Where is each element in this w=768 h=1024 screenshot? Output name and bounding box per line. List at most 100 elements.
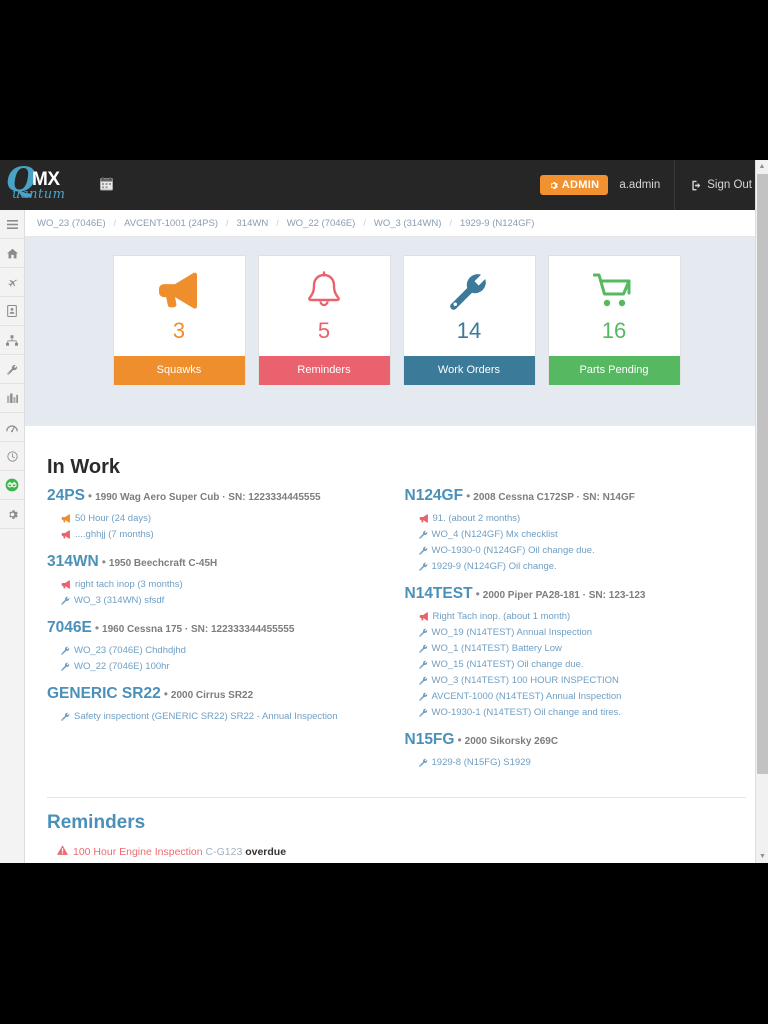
stat-card-reminders[interactable]: 5 Reminders bbox=[258, 255, 391, 385]
breadcrumb-item[interactable]: AVCENT-1001 (24PS) bbox=[124, 218, 218, 229]
breadcrumb-item[interactable]: WO_23 (7046E) bbox=[37, 218, 106, 229]
stat-count: 14 bbox=[404, 318, 535, 356]
scroll-down-arrow[interactable]: ▼ bbox=[756, 850, 768, 863]
in-work-item-link[interactable]: 1929-8 (N15FG) S1929 bbox=[432, 756, 531, 769]
in-work-item-link[interactable]: WO_3 (N14TEST) 100 HOUR INSPECTION bbox=[432, 674, 619, 687]
sidebar-item-settings[interactable] bbox=[0, 500, 24, 529]
sidebar-item-reports[interactable] bbox=[0, 384, 24, 413]
sidebar-item-dashboard[interactable] bbox=[0, 413, 24, 442]
in-work-item-link[interactable]: WO_4 (N124GF) Mx checklist bbox=[432, 528, 558, 541]
gear-icon bbox=[7, 509, 18, 520]
admin-user-group: ADMIN a.admin bbox=[540, 160, 675, 210]
dashboard-gauge-icon bbox=[6, 422, 18, 433]
wrench-icon bbox=[419, 676, 428, 685]
reminders-title: Reminders bbox=[47, 812, 746, 834]
aircraft-header: 7046E•1960 Cessna 175 · SN: 122333344455… bbox=[47, 619, 397, 639]
stat-label-squawks[interactable]: Squawks bbox=[114, 356, 245, 385]
aircraft-tail-number[interactable]: N124GF bbox=[405, 487, 464, 504]
warning-triangle-icon bbox=[57, 844, 68, 860]
reminder-link[interactable]: 100 Hour Engine Inspection bbox=[73, 846, 203, 858]
stat-label-parts-pending[interactable]: Parts Pending bbox=[549, 356, 680, 385]
sidebar-item-aircraft[interactable] bbox=[0, 268, 24, 297]
wrench-icon bbox=[61, 712, 70, 721]
in-work-item: 1929-8 (N15FG) S1929 bbox=[405, 754, 747, 770]
admin-badge[interactable]: ADMIN bbox=[540, 175, 609, 195]
aircraft-block: 24PS•1990 Wag Aero Super Cub · SN: 12233… bbox=[47, 487, 397, 542]
megaphone-icon bbox=[61, 530, 71, 539]
aircraft-description: 1990 Wag Aero Super Cub · SN: 1223334445… bbox=[95, 492, 320, 503]
in-work-item-link[interactable]: right tach inop (3 months) bbox=[75, 578, 183, 591]
aircraft-tail-number[interactable]: N15FG bbox=[405, 731, 455, 748]
section-divider bbox=[47, 797, 746, 798]
page-content: WO_23 (7046E) / AVCENT-1001 (24PS) / 314… bbox=[25, 210, 768, 863]
in-work-item-link[interactable]: WO_22 (7046E) 100hr bbox=[74, 660, 170, 673]
in-work-item: WO_15 (N14TEST) Oil change due. bbox=[405, 656, 747, 672]
in-work-item-link[interactable]: ....ghhjj (7 months) bbox=[75, 528, 154, 541]
separator-dot: • bbox=[164, 687, 168, 701]
in-work-item-link[interactable]: 91. (about 2 months) bbox=[433, 512, 521, 525]
page-frame: WO_23 (7046E) / AVCENT-1001 (24PS) / 314… bbox=[0, 210, 768, 863]
sidebar-item-components[interactable] bbox=[0, 326, 24, 355]
home-icon bbox=[7, 248, 18, 259]
stat-label-reminders[interactable]: Reminders bbox=[259, 356, 390, 385]
cart-icon bbox=[549, 256, 680, 318]
breadcrumb-item[interactable]: 1929-9 (N124GF) bbox=[460, 218, 534, 229]
stat-label-work-orders[interactable]: Work Orders bbox=[404, 356, 535, 385]
in-work-item-link[interactable]: WO_1 (N14TEST) Battery Low bbox=[432, 642, 562, 655]
wrench-icon bbox=[61, 646, 70, 655]
in-work-item-link[interactable]: WO_3 (314WN) sfsdf bbox=[74, 594, 164, 607]
aircraft-block: N124GF•2008 Cessna C172SP · SN: N14GF91.… bbox=[405, 487, 747, 574]
in-work-item-link[interactable]: 1929-9 (N124GF) Oil change. bbox=[432, 560, 557, 573]
page-scrollbar[interactable]: ▲ ▼ bbox=[755, 160, 768, 863]
breadcrumb-item[interactable]: 314WN bbox=[237, 218, 269, 229]
scrollbar-thumb[interactable] bbox=[757, 174, 768, 774]
bar-chart-icon bbox=[7, 393, 18, 403]
wrench-icon bbox=[61, 710, 70, 723]
wrench-icon bbox=[419, 562, 428, 571]
sidebar-item-logbook[interactable] bbox=[0, 297, 24, 326]
sidebar-item-maintenance[interactable] bbox=[0, 355, 24, 384]
breadcrumb-item[interactable]: WO_22 (7046E) bbox=[287, 218, 356, 229]
in-work-item-link[interactable]: Safety inspectiont (GENERIC SR22) SR22 -… bbox=[74, 710, 338, 723]
in-work-item-link[interactable]: WO_15 (N14TEST) Oil change due. bbox=[432, 658, 584, 671]
browser-viewport: Q MX uantum ADMIN a.admin Sign Out bbox=[0, 160, 768, 863]
in-work-item-link[interactable]: WO-1930-1 (N14TEST) Oil change and tires… bbox=[432, 706, 622, 719]
separator-dot: • bbox=[102, 555, 106, 569]
sidebar-item-history[interactable] bbox=[0, 442, 24, 471]
sidebar-item-status[interactable] bbox=[0, 471, 24, 500]
wrench-icon bbox=[419, 626, 428, 639]
aircraft-tail-number[interactable]: 24PS bbox=[47, 487, 85, 504]
aircraft-tail-number[interactable]: 314WN bbox=[47, 553, 99, 570]
sidebar-item-menu[interactable] bbox=[0, 210, 24, 239]
in-work-item-link[interactable]: WO_23 (7046E) Chdhdjhd bbox=[74, 644, 186, 657]
stat-count: 5 bbox=[259, 318, 390, 356]
aircraft-tail-number[interactable]: N14TEST bbox=[405, 585, 473, 602]
app-logo[interactable]: Q MX uantum bbox=[0, 160, 90, 210]
sidebar-item-home[interactable] bbox=[0, 239, 24, 268]
calendar-icon[interactable] bbox=[100, 177, 113, 193]
in-work-item-link[interactable]: 50 Hour (24 days) bbox=[75, 512, 151, 525]
breadcrumb-item[interactable]: WO_3 (314WN) bbox=[374, 218, 442, 229]
aircraft-description: 2000 Cirrus SR22 bbox=[171, 690, 253, 701]
wrench-icon bbox=[419, 690, 428, 703]
in-work-item-link[interactable]: AVCENT-1000 (N14TEST) Annual Inspection bbox=[432, 690, 622, 703]
aircraft-header: 314WN•1950 Beechcraft C-45H bbox=[47, 553, 397, 573]
stat-card-parts-pending[interactable]: 16 Parts Pending bbox=[548, 255, 681, 385]
in-work-item-link[interactable]: WO_19 (N14TEST) Annual Inspection bbox=[432, 626, 593, 639]
hamburger-menu-icon bbox=[7, 220, 18, 229]
in-work-columns: 24PS • 1990 Wag Aero Super Cub · SN: 12233… bbox=[47, 487, 746, 781]
breadcrumb-separator: / bbox=[449, 218, 452, 228]
aircraft-tail-number[interactable]: GENERIC SR22 bbox=[47, 685, 161, 702]
wrench-icon bbox=[419, 660, 428, 669]
aircraft-tail-number[interactable]: 7046E bbox=[47, 619, 92, 636]
in-work-item-link[interactable]: WO-1930-0 (N124GF) Oil change due. bbox=[432, 544, 595, 557]
in-work-item-link[interactable]: Right Tach inop. (about 1 month) bbox=[433, 610, 571, 623]
breadcrumb-separator: / bbox=[226, 218, 229, 228]
stat-card-work-orders[interactable]: 14 Work Orders bbox=[403, 255, 536, 385]
breadcrumb-separator: / bbox=[276, 218, 279, 228]
scroll-up-arrow[interactable]: ▲ bbox=[756, 160, 768, 173]
stat-card-squawks[interactable]: 3 Squawks bbox=[113, 255, 246, 385]
wrench-icon bbox=[419, 756, 428, 769]
wrench-icon bbox=[61, 644, 70, 657]
aircraft-header: N14TEST•2000 Piper PA28-181 · SN: 123-12… bbox=[405, 585, 747, 605]
